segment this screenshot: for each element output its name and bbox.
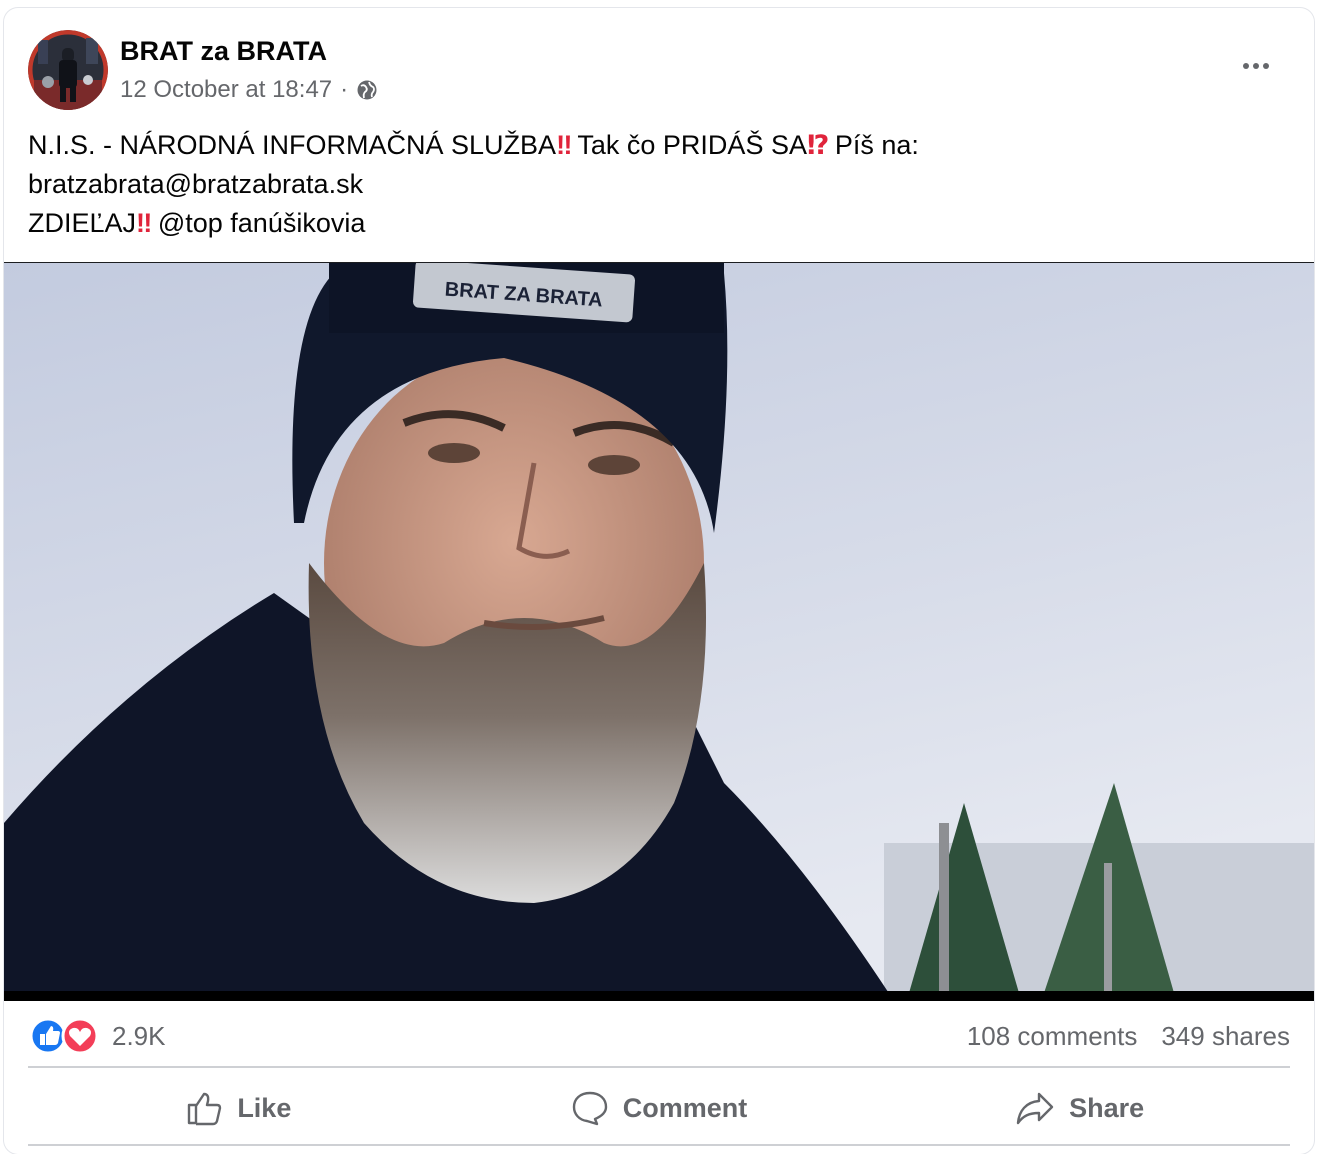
like-button[interactable]: Like <box>28 1070 449 1146</box>
pole <box>939 823 949 993</box>
reaction-icons[interactable] <box>28 1016 104 1056</box>
comment-icon <box>572 1091 607 1126</box>
comment-label: Comment <box>622 1092 748 1123</box>
post-card: BRAT za BRATA 12 October at 18:47 · N.I.… <box>4 8 1314 1154</box>
reactions-bar: 2.9K 108 comments 349 shares <box>28 1012 1290 1060</box>
divider <box>28 1066 1290 1068</box>
top-fans-mention[interactable]: @top fanúšikovia <box>150 208 366 238</box>
meta-separator: · <box>340 76 349 103</box>
share-button[interactable]: Share <box>869 1070 1290 1146</box>
post-text-line-1: N.I.S. - NÁRODNÁ INFORMAČNÁ SLUŽBA‼ Tak … <box>28 126 1288 165</box>
eye <box>588 455 640 475</box>
video-frame: BRAT ZA BRATA <box>4 259 1314 1001</box>
action-bar: Like Comment Share <box>28 1070 1290 1146</box>
globe-icon <box>357 80 377 100</box>
post-text-segment: N.I.S. - NÁRODNÁ INFORMAČNÁ SLUŽBA <box>28 130 557 160</box>
post-text-line-3: ZDIEĽAJ‼ @top fanúšikovia <box>28 204 1288 243</box>
interrobang-emoji: ⁉ <box>806 130 829 160</box>
pole <box>1104 863 1112 993</box>
post-text-segment: Píš na: <box>827 130 919 160</box>
dot-icon <box>1243 63 1249 69</box>
divider <box>28 1144 1290 1146</box>
post-meta: 12 October at 18:47 · <box>120 76 378 104</box>
eye <box>428 443 480 463</box>
post-text-segment: Tak čo PRIDÁŠ SA <box>570 130 807 160</box>
share-icon <box>1016 1092 1054 1125</box>
dot-icon <box>1253 63 1259 69</box>
comment-button[interactable]: Comment <box>449 1070 870 1146</box>
dot-icon <box>1263 63 1269 69</box>
avatar[interactable] <box>28 30 108 110</box>
post-timestamp[interactable]: 12 October at 18:47 <box>120 76 332 104</box>
avatar-image <box>28 30 108 110</box>
share-label: Share <box>1069 1092 1145 1123</box>
double-exclamation-emoji: ‼ <box>136 208 152 238</box>
comments-count[interactable]: 108 comments <box>967 1021 1138 1052</box>
video-player[interactable]: BRAT ZA BRATA <box>4 259 1314 1001</box>
double-exclamation-emoji: ‼ <box>556 130 572 160</box>
post-text-segment: ZDIEĽAJ <box>28 208 137 238</box>
post-text: N.I.S. - NÁRODNÁ INFORMAČNÁ SLUŽBA‼ Tak … <box>28 126 1288 243</box>
like-icon <box>29 1017 67 1055</box>
author-name[interactable]: BRAT za BRATA <box>120 36 327 67</box>
love-icon <box>61 1017 99 1055</box>
thumbs-up-icon <box>188 1092 222 1126</box>
more-options-button[interactable] <box>1234 52 1278 80</box>
like-label: Like <box>237 1092 292 1123</box>
video-bottom-bar <box>4 991 1314 1001</box>
reaction-count[interactable]: 2.9K <box>112 1021 166 1052</box>
email-link[interactable]: bratzabrata@bratzabrata.sk <box>28 165 1288 204</box>
shares-count[interactable]: 349 shares <box>1161 1021 1290 1052</box>
post-stats: 108 comments 349 shares <box>967 1021 1290 1052</box>
